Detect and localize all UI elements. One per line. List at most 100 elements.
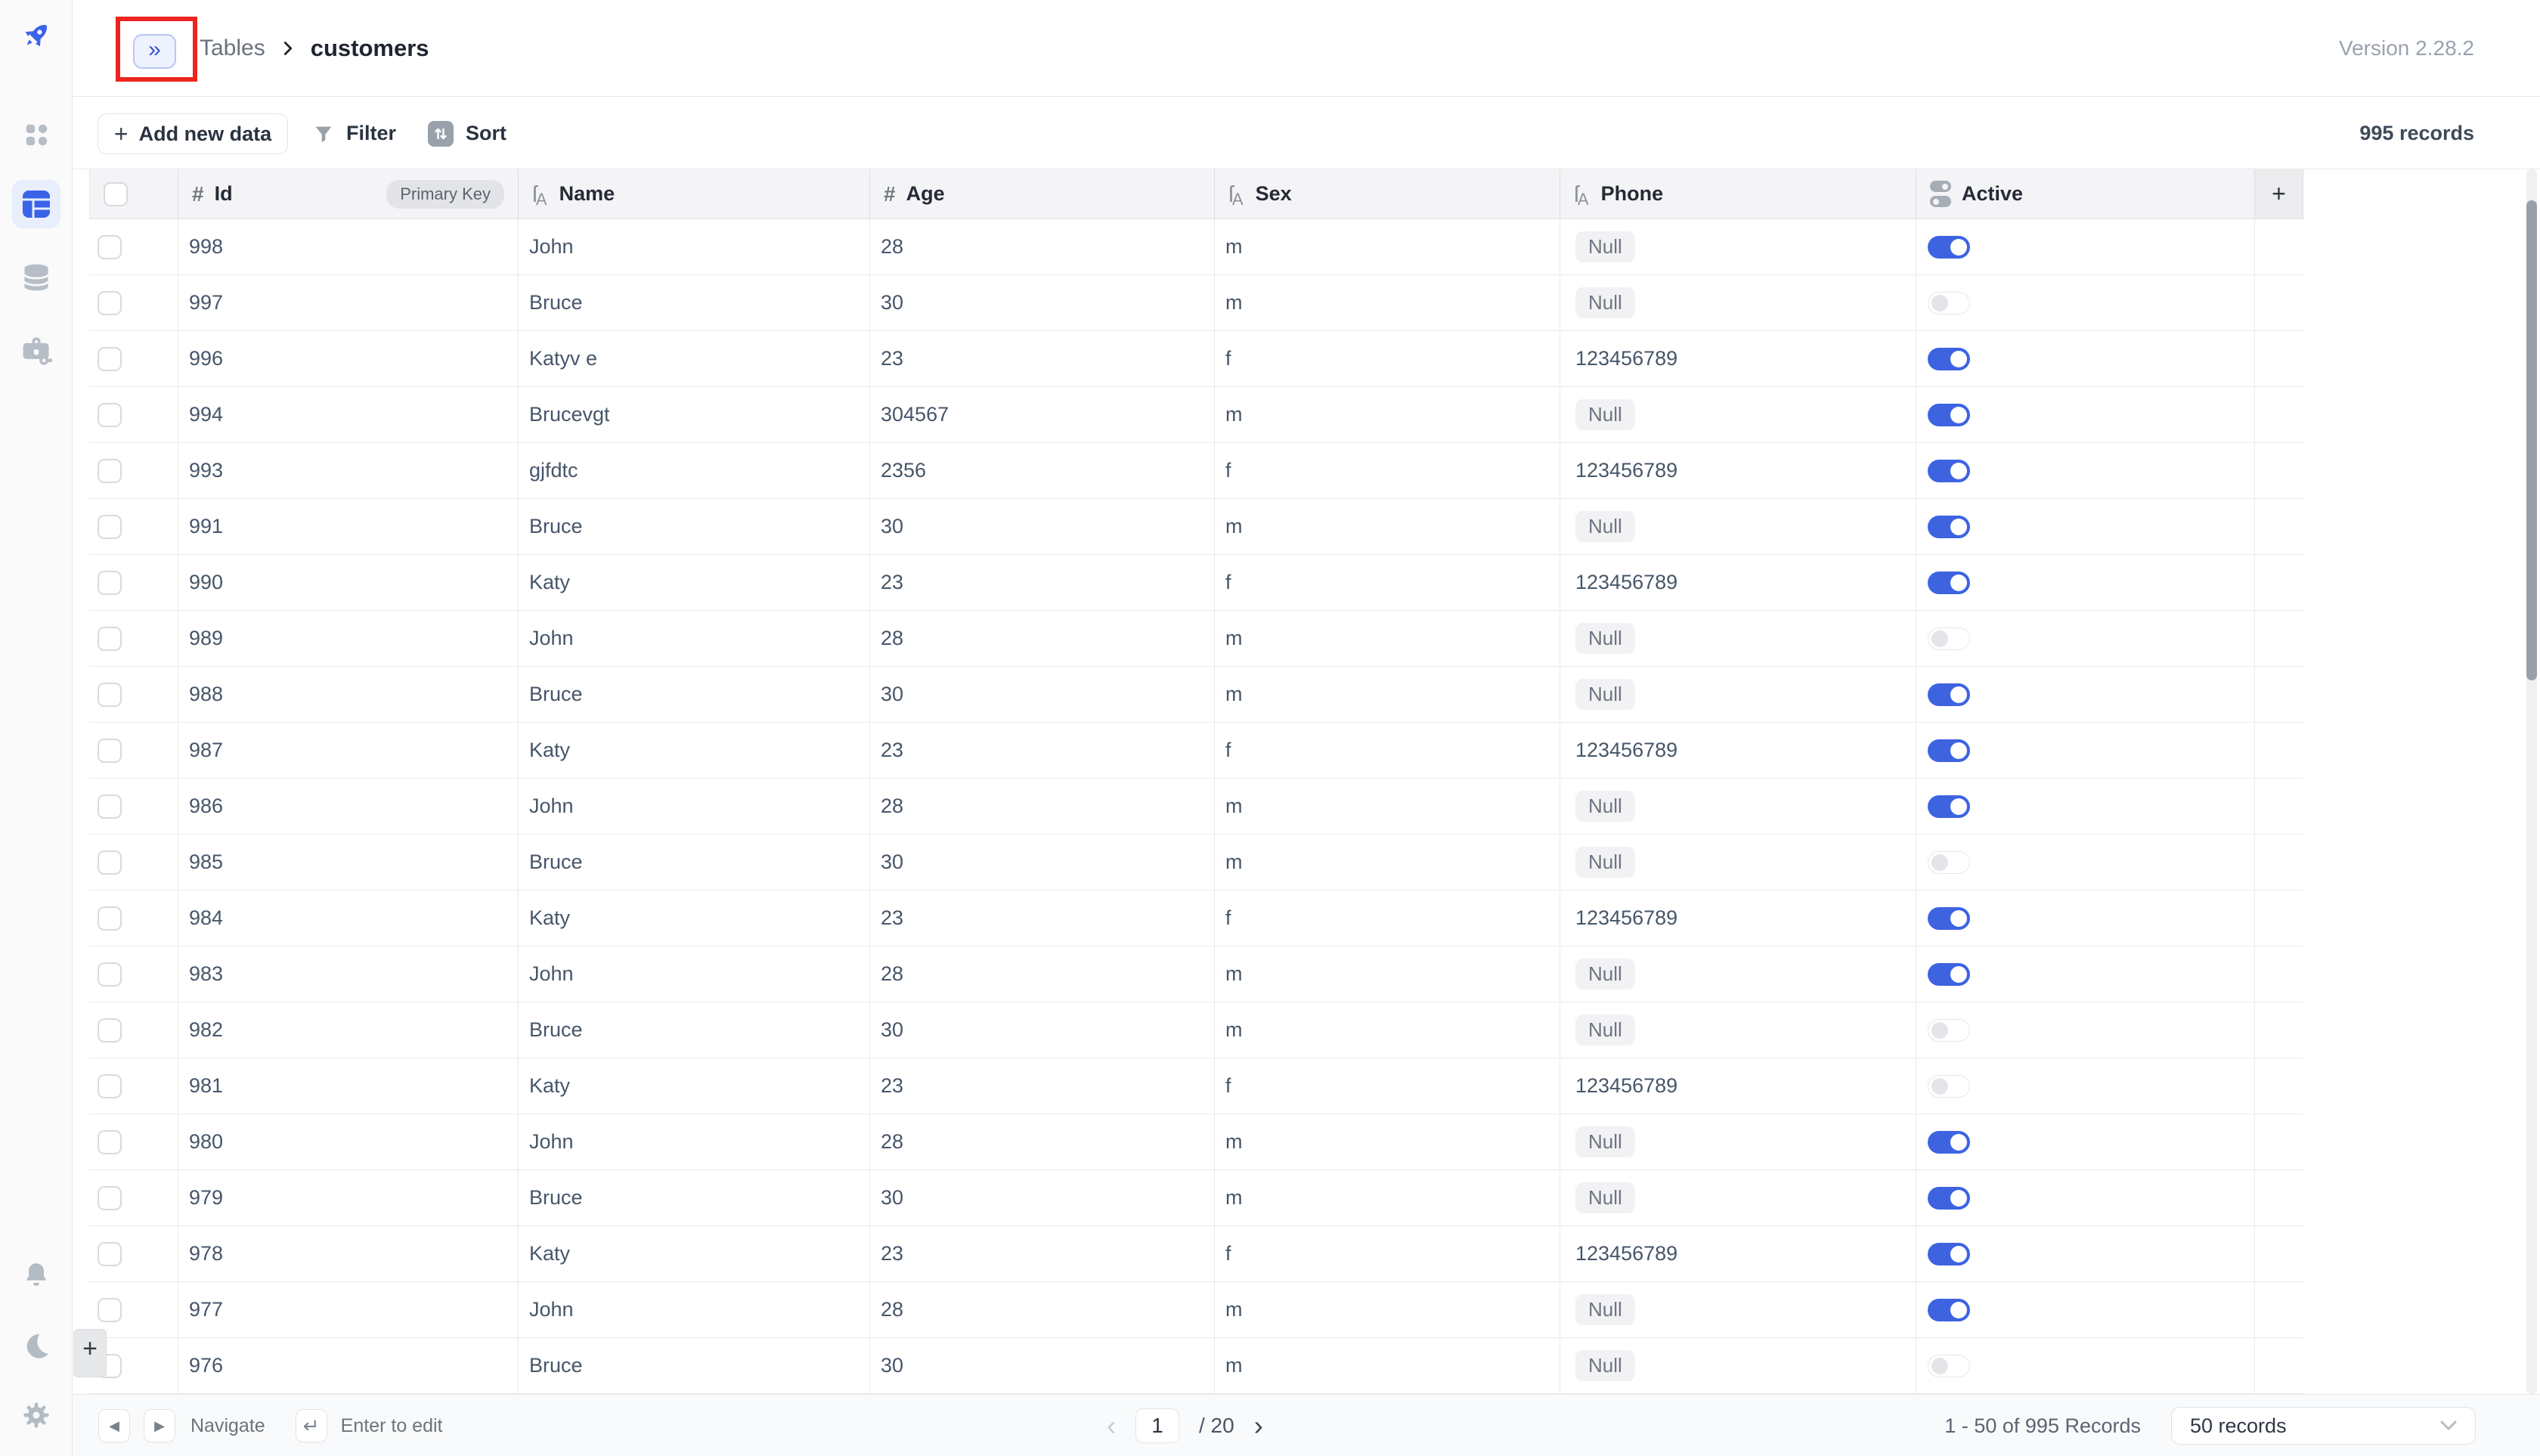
active-toggle[interactable] [1928, 1243, 1970, 1265]
row-checkbox[interactable] [98, 1298, 122, 1322]
cell-name[interactable]: Brucevgt [519, 387, 870, 442]
filter-button[interactable]: Filter [313, 98, 396, 169]
cell-phone[interactable]: Null [1560, 835, 1916, 890]
cell-name[interactable]: Katy [519, 1058, 870, 1114]
cell-id[interactable]: 981 [178, 1058, 519, 1114]
cell-age[interactable]: 30 [870, 499, 1215, 554]
row-checkbox[interactable] [98, 850, 122, 875]
cell-sex[interactable]: f [1215, 1226, 1560, 1281]
cell-name[interactable]: Katy [519, 891, 870, 946]
active-toggle[interactable] [1928, 236, 1970, 259]
cell-id[interactable]: 993 [178, 443, 519, 498]
row-checkbox[interactable] [98, 962, 122, 987]
row-checkbox[interactable] [98, 1130, 122, 1154]
cell-phone[interactable]: 123456789 [1560, 723, 1916, 778]
cell-phone[interactable]: Null [1560, 1282, 1916, 1337]
cell-sex[interactable]: m [1215, 1338, 1560, 1393]
active-toggle[interactable] [1928, 348, 1970, 370]
sort-button[interactable]: Sort [428, 98, 506, 169]
dark-mode-moon-icon[interactable] [21, 1331, 51, 1361]
next-page-icon[interactable]: › [1254, 1410, 1263, 1442]
column-header-sex[interactable]: ſA Sex [1215, 169, 1560, 218]
cell-phone[interactable]: 123456789 [1560, 1058, 1916, 1114]
cell-age[interactable]: 30 [870, 667, 1215, 722]
row-checkbox[interactable] [98, 403, 122, 427]
notifications-bell-icon[interactable] [21, 1260, 51, 1290]
cell-id[interactable]: 985 [178, 835, 519, 890]
cell-age[interactable]: 30 [870, 275, 1215, 330]
active-toggle[interactable] [1928, 963, 1970, 986]
expand-sidebar-button[interactable]: » [133, 34, 176, 69]
cell-age[interactable]: 30 [870, 1170, 1215, 1225]
database-icon[interactable] [20, 261, 53, 294]
active-toggle[interactable] [1928, 516, 1970, 538]
row-checkbox[interactable] [98, 906, 122, 931]
active-toggle[interactable] [1928, 1355, 1970, 1377]
cell-phone[interactable]: Null [1560, 1002, 1916, 1058]
active-toggle[interactable] [1928, 404, 1970, 426]
cell-id[interactable]: 988 [178, 667, 519, 722]
active-toggle[interactable] [1928, 739, 1970, 762]
page-number-input[interactable] [1135, 1408, 1179, 1443]
cell-age[interactable]: 28 [870, 1114, 1215, 1169]
active-toggle[interactable] [1928, 683, 1970, 706]
select-all-checkbox[interactable] [104, 182, 128, 206]
row-checkbox[interactable] [98, 235, 122, 259]
row-checkbox[interactable] [98, 515, 122, 539]
row-checkbox[interactable] [98, 1018, 122, 1042]
add-column-button[interactable]: + [2255, 169, 2303, 218]
cell-id[interactable]: 976 [178, 1338, 519, 1393]
cell-name[interactable]: gjfdtc [519, 443, 870, 498]
active-toggle[interactable] [1928, 851, 1970, 874]
cell-age[interactable]: 23 [870, 891, 1215, 946]
cell-phone[interactable]: Null [1560, 219, 1916, 274]
cell-sex[interactable]: f [1215, 891, 1560, 946]
active-toggle[interactable] [1928, 1019, 1970, 1042]
cell-sex[interactable]: m [1215, 1282, 1560, 1337]
row-checkbox[interactable] [98, 459, 122, 483]
cell-sex[interactable]: m [1215, 1114, 1560, 1169]
cell-name[interactable]: John [519, 779, 870, 834]
cell-age[interactable]: 28 [870, 779, 1215, 834]
cell-age[interactable]: 23 [870, 555, 1215, 610]
cell-phone[interactable]: Null [1560, 1338, 1916, 1393]
active-toggle[interactable] [1928, 1187, 1970, 1210]
cell-name[interactable]: Katy [519, 555, 870, 610]
navigate-right-button[interactable]: ▶ [144, 1409, 175, 1442]
cell-id[interactable]: 984 [178, 891, 519, 946]
cell-name[interactable]: Bruce [519, 1002, 870, 1058]
cell-name[interactable]: Katy [519, 1226, 870, 1281]
cell-id[interactable]: 980 [178, 1114, 519, 1169]
cell-phone[interactable]: Null [1560, 667, 1916, 722]
cell-id[interactable]: 977 [178, 1282, 519, 1337]
cell-age[interactable]: 30 [870, 1338, 1215, 1393]
cell-name[interactable]: John [519, 1282, 870, 1337]
apps-grid-icon[interactable] [21, 119, 51, 150]
cell-name[interactable]: Katyv e [519, 331, 870, 386]
cell-name[interactable]: Bruce [519, 1338, 870, 1393]
column-header-id[interactable]: # Id Primary Key [178, 169, 519, 218]
rocket-logo-icon[interactable] [20, 19, 53, 52]
cell-sex[interactable]: m [1215, 275, 1560, 330]
cell-id[interactable]: 987 [178, 723, 519, 778]
cell-phone[interactable]: Null [1560, 779, 1916, 834]
active-toggle[interactable] [1928, 292, 1970, 314]
cell-phone[interactable]: Null [1560, 499, 1916, 554]
navigate-left-button[interactable]: ◀ [98, 1409, 130, 1442]
cell-age[interactable]: 23 [870, 723, 1215, 778]
row-checkbox[interactable] [98, 683, 122, 707]
row-checkbox[interactable] [98, 1074, 122, 1098]
cell-name[interactable]: Bruce [519, 275, 870, 330]
active-toggle[interactable] [1928, 627, 1970, 650]
cell-phone[interactable]: Null [1560, 387, 1916, 442]
cell-age[interactable]: 28 [870, 946, 1215, 1002]
row-checkbox[interactable] [98, 1242, 122, 1266]
previous-page-icon[interactable]: ‹ [1107, 1410, 1116, 1442]
settings-gear-icon[interactable] [21, 1400, 51, 1430]
sidebar-item-table-active[interactable] [12, 180, 60, 228]
cell-id[interactable]: 978 [178, 1226, 519, 1281]
cell-name[interactable]: Bruce [519, 1170, 870, 1225]
active-toggle[interactable] [1928, 1131, 1970, 1154]
cell-sex[interactable]: f [1215, 1058, 1560, 1114]
cell-age[interactable]: 23 [870, 331, 1215, 386]
